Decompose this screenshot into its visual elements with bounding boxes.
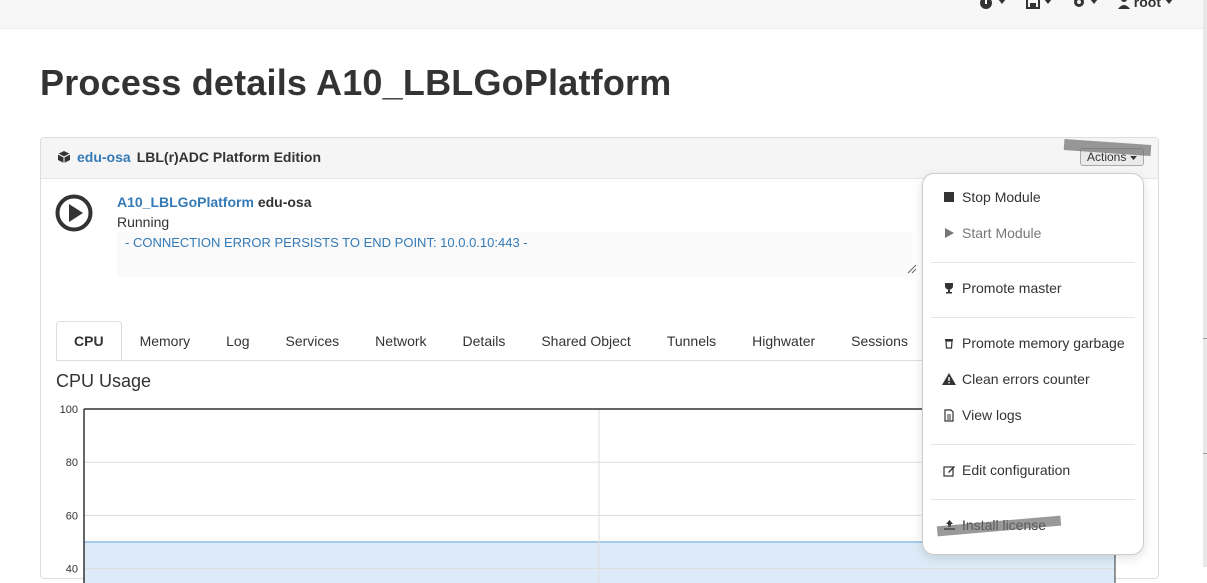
y-tick-label: 80 bbox=[66, 457, 78, 469]
settings-menu[interactable] bbox=[1072, 0, 1098, 9]
edition-label: LBL(r)ADC Platform Edition bbox=[136, 149, 322, 165]
y-tick-label: 100 bbox=[60, 404, 78, 416]
play-circle-icon bbox=[55, 194, 93, 232]
menu-item-label: Promote memory garbage bbox=[962, 335, 1125, 351]
trash-icon bbox=[942, 336, 956, 350]
edge-tick bbox=[1203, 453, 1207, 454]
tab-memory[interactable]: Memory bbox=[122, 321, 209, 361]
user-icon bbox=[1117, 0, 1130, 9]
page-title: Process details A10_LBLGoPlatform bbox=[40, 62, 672, 103]
process-name: A10_LBLGoPlatform edu-osa bbox=[117, 194, 312, 210]
panel-title: edu-osa LBL(r)ADC Platform Edition bbox=[57, 149, 321, 165]
menu-item-label: Promote master bbox=[962, 280, 1062, 296]
dashboard-icon bbox=[979, 0, 992, 9]
tab-network[interactable]: Network bbox=[357, 321, 444, 361]
process-log[interactable]: - CONNECTION ERROR PERSISTS TO END POINT… bbox=[117, 232, 913, 277]
tab-cpu[interactable]: CPU bbox=[56, 321, 122, 361]
menu-divider bbox=[931, 444, 1135, 445]
cube-icon bbox=[57, 151, 71, 163]
warning-icon bbox=[942, 372, 956, 386]
tab-services[interactable]: Services bbox=[267, 321, 357, 361]
process-site: edu-osa bbox=[257, 194, 312, 210]
caret-down-icon bbox=[1165, 0, 1173, 4]
gear-icon bbox=[1073, 0, 1084, 7]
menu-item-label: Stop Module bbox=[962, 189, 1041, 205]
menu-item-clean-errors-counter[interactable]: Clean errors counter bbox=[942, 371, 1090, 387]
caret-down-icon bbox=[1129, 156, 1137, 161]
top-nav: root bbox=[978, 0, 1173, 10]
stop-icon bbox=[942, 190, 956, 204]
tab-details[interactable]: Details bbox=[445, 321, 524, 361]
y-tick-label: 60 bbox=[66, 510, 78, 522]
site-link[interactable]: edu-osa bbox=[77, 149, 131, 165]
caret-down-icon bbox=[1044, 0, 1051, 4]
process-link[interactable]: A10_LBLGoPlatform bbox=[117, 194, 254, 210]
save-icon bbox=[1025, 0, 1040, 9]
menu-divider bbox=[931, 499, 1135, 500]
process-info: A10_LBLGoPlatform edu-osa Running - CONN… bbox=[55, 194, 955, 284]
menu-item-edit-configuration[interactable]: Edit configuration bbox=[942, 462, 1070, 478]
menu-item-label: Start Module bbox=[962, 225, 1042, 241]
user-menu[interactable]: root bbox=[1117, 0, 1173, 10]
menu-divider bbox=[931, 317, 1135, 318]
user-name: root bbox=[1133, 0, 1161, 10]
process-status: Running bbox=[117, 214, 170, 230]
caret-down-icon bbox=[1090, 0, 1097, 4]
save-menu[interactable] bbox=[1025, 0, 1052, 9]
tab-sessions[interactable]: Sessions bbox=[833, 321, 926, 361]
play-icon bbox=[942, 226, 956, 240]
caret-down-icon bbox=[998, 0, 1005, 4]
resize-handle-icon[interactable] bbox=[907, 264, 917, 274]
edge-tick bbox=[1203, 338, 1207, 339]
file-icon bbox=[942, 408, 956, 422]
window-edge bbox=[1203, 0, 1207, 567]
trophy-icon bbox=[942, 281, 956, 295]
edit-icon bbox=[942, 463, 956, 477]
chart-title: CPU Usage bbox=[56, 371, 152, 391]
menu-divider bbox=[931, 262, 1135, 263]
process-tabs: CPU Memory Log Services Network Details … bbox=[56, 321, 926, 361]
tab-log[interactable]: Log bbox=[208, 321, 267, 361]
menu-item-start-module[interactable]: Start Module bbox=[942, 225, 1041, 241]
top-navbar: root bbox=[0, 0, 1203, 29]
menu-item-label: View logs bbox=[962, 407, 1022, 423]
menu-item-label: Clean errors counter bbox=[962, 371, 1090, 387]
y-tick-label: 40 bbox=[66, 564, 78, 576]
dashboard-menu[interactable] bbox=[978, 0, 1006, 9]
menu-item-label: Edit configuration bbox=[962, 462, 1071, 478]
tab-tunnels[interactable]: Tunnels bbox=[649, 321, 734, 361]
actions-dropdown: Stop Module Start Module Promote master … bbox=[922, 173, 1144, 555]
tab-shared-object[interactable]: Shared Object bbox=[523, 321, 649, 361]
menu-item-promote-master[interactable]: Promote master bbox=[942, 280, 1062, 296]
menu-item-view-logs[interactable]: View logs bbox=[942, 407, 1022, 423]
tab-highwater[interactable]: Highwater bbox=[734, 321, 833, 361]
menu-item-stop-module[interactable]: Stop Module bbox=[942, 189, 1041, 205]
menu-item-promote-memory-garbage[interactable]: Promote memory garbage bbox=[942, 335, 1125, 351]
